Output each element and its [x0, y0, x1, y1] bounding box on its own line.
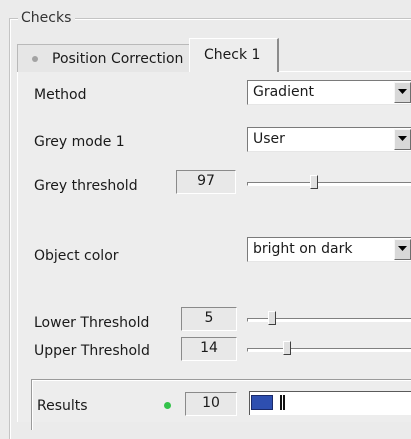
tab-position-correction-label: Position Correction [52, 51, 184, 67]
method-dropdown[interactable]: Gradient [247, 80, 411, 105]
groupbox-title: Checks [18, 9, 76, 27]
grey-threshold-value[interactable]: 97 [176, 170, 236, 194]
tab-check-1[interactable]: Check 1 [189, 38, 279, 72]
chevron-down-icon[interactable] [394, 129, 411, 150]
results-label: Results [37, 398, 88, 414]
object-color-label: Object color [34, 248, 119, 264]
chevron-down-icon[interactable] [394, 239, 411, 260]
method-label: Method [34, 87, 87, 103]
upper-threshold-label: Upper Threshold [34, 343, 150, 359]
object-color-value: bright on dark [253, 241, 353, 257]
grey-mode-value: User [253, 131, 285, 147]
tab-check-1-label: Check 1 [204, 47, 261, 63]
grey-threshold-label: Grey threshold [34, 178, 138, 194]
lower-threshold-label: Lower Threshold [34, 315, 150, 331]
status-dot-icon [32, 56, 38, 62]
grey-mode-label: Grey mode 1 [34, 134, 125, 150]
method-value: Gradient [253, 84, 314, 100]
lower-threshold-slider-thumb[interactable] [268, 311, 276, 325]
results-progress-fill [251, 395, 273, 410]
results-marker [280, 395, 285, 410]
lower-threshold-value[interactable]: 5 [181, 307, 237, 331]
grey-mode-dropdown[interactable]: User [247, 127, 411, 152]
results-value: 10 [185, 392, 237, 416]
status-led-icon [164, 402, 171, 409]
upper-threshold-slider-track[interactable] [247, 348, 411, 352]
results-progress-bar [249, 391, 411, 415]
upper-threshold-slider-thumb[interactable] [283, 341, 291, 355]
object-color-dropdown[interactable]: bright on dark [247, 237, 411, 262]
grey-threshold-slider-thumb[interactable] [310, 175, 318, 189]
grey-threshold-slider-track[interactable] [247, 182, 411, 186]
chevron-down-icon[interactable] [394, 82, 411, 103]
tab-position-correction[interactable]: Position Correction [17, 44, 189, 72]
upper-threshold-value[interactable]: 14 [181, 337, 237, 361]
